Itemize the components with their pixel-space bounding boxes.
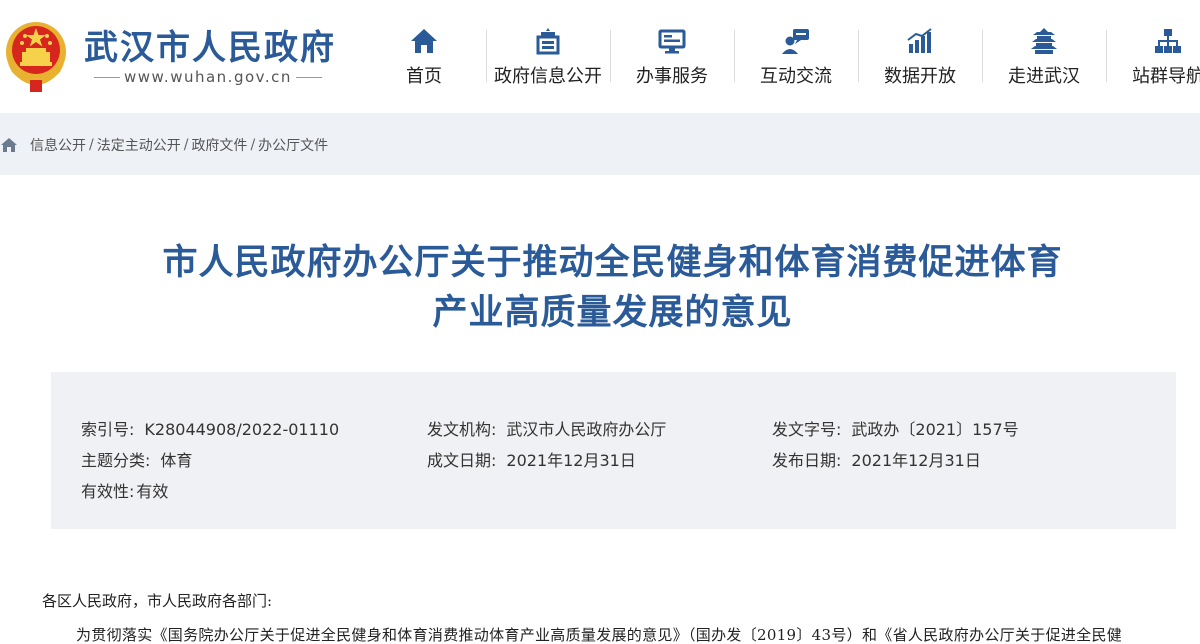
home-icon <box>411 29 437 53</box>
breadcrumb: 信息公开 / 法定主动公开 / 政府文件 / 办公厅文件 <box>0 135 328 155</box>
bar-chart-icon <box>907 28 932 53</box>
meta-doc-no: 发文字号: 武政办〔2021〕157号 <box>772 416 1019 440</box>
national-emblem-logo[interactable] <box>0 14 72 98</box>
breadcrumb-separator: / <box>89 137 94 153</box>
nav-label: 首页 <box>406 66 442 87</box>
meta-label: 发文字号: <box>772 420 842 439</box>
meta-label: 发布日期: <box>772 451 842 470</box>
meta-issuer: 发文机构: 武汉市人民政府办公厅 <box>427 416 666 440</box>
sitemap-icon <box>1155 29 1181 53</box>
document-salutation: 各区人民政府，市人民政府各部门: <box>42 592 273 610</box>
breadcrumb-link-office-docs[interactable]: 办公厅文件 <box>258 135 328 155</box>
article-title-line1: 市人民政府办公厅关于推动全民健身和体育消费促进体育 <box>162 243 1063 283</box>
site-title[interactable]: 武汉市人民政府 <box>84 20 336 69</box>
nav-item-site-nav[interactable]: 站群导航 <box>1106 0 1200 113</box>
breadcrumb-link-info-public[interactable]: 信息公开 <box>30 135 86 155</box>
nav-label: 走进武汉 <box>1008 66 1080 87</box>
article-title: 市人民政府办公厅关于推动全民健身和体育消费促进体育 产业高质量发展的意见 <box>0 238 1200 338</box>
site-url: www.wuhan.gov.cn <box>90 68 326 86</box>
meta-label: 索引号: <box>81 420 135 439</box>
document-meta-box: 索引号: K28044908/2022-01110 发文机构: 武汉市人民政府办公厅… <box>51 372 1176 529</box>
meta-value: K28044908/2022-01110 <box>144 420 340 439</box>
article-title-line2: 产业高质量发展的意见 <box>432 293 793 333</box>
nav-item-explore-wuhan[interactable]: 走进武汉 <box>982 0 1106 113</box>
nav-item-gov-info[interactable]: 政府信息公开 <box>486 0 610 113</box>
chat-user-icon <box>782 29 809 54</box>
meta-published-date: 发布日期: 2021年12月31日 <box>772 447 981 471</box>
meta-topic: 主题分类: 体育 <box>81 447 192 471</box>
site-header: 武汉市人民政府 www.wuhan.gov.cn 首页 政府信息公开 办事服务 … <box>0 0 1200 113</box>
meta-index-no: 索引号: K28044908/2022-01110 <box>81 416 339 440</box>
nav-item-open-data[interactable]: 数据开放 <box>858 0 982 113</box>
nav-item-services[interactable]: 办事服务 <box>610 0 734 113</box>
meta-value: 武政办〔2021〕157号 <box>851 420 1019 439</box>
document-paragraph: 为贯彻落实《国务院办公厅关于促进全民健身和体育消费推动体育产业高质量发展的意见》… <box>76 626 1123 644</box>
meta-label: 主题分类: <box>81 451 151 470</box>
meta-label: 成文日期: <box>427 451 497 470</box>
nav-item-home[interactable]: 首页 <box>362 0 486 113</box>
breadcrumb-link-statutory[interactable]: 法定主动公开 <box>97 135 181 155</box>
meta-value: 2021年12月31日 <box>506 451 636 470</box>
nav-label: 站群导航 <box>1132 66 1200 87</box>
nav-label: 办事服务 <box>636 66 708 87</box>
breadcrumb-separator: / <box>183 137 189 153</box>
meta-value: 武汉市人民政府办公厅 <box>506 420 667 439</box>
meta-validity: 有效性: 有效 <box>81 478 168 502</box>
monitor-icon <box>658 29 686 54</box>
main-nav: 首页 政府信息公开 办事服务 互动交流 数据开放 走进武汉 站群导航 <box>362 0 1200 113</box>
meta-label: 有效性: <box>81 482 135 501</box>
meta-value: 2021年12月31日 <box>851 451 981 470</box>
building-icon <box>536 28 560 55</box>
pavilion-icon <box>1031 28 1057 54</box>
breadcrumb-separator: / <box>250 137 256 153</box>
home-icon[interactable] <box>0 137 18 153</box>
meta-value: 有效 <box>136 482 169 501</box>
nav-label: 政府信息公开 <box>494 66 602 87</box>
nav-label: 数据开放 <box>884 66 956 87</box>
site-url-text: www.wuhan.gov.cn <box>124 68 292 86</box>
meta-created-date: 成文日期: 2021年12月31日 <box>427 447 636 471</box>
breadcrumb-bar: 信息公开 / 法定主动公开 / 政府文件 / 办公厅文件 <box>0 113 1200 175</box>
breadcrumb-link-gov-docs[interactable]: 政府文件 <box>191 135 247 155</box>
nav-label: 互动交流 <box>760 66 832 87</box>
meta-label: 发文机构: <box>427 420 497 439</box>
nav-item-interaction[interactable]: 互动交流 <box>734 0 858 113</box>
meta-value: 体育 <box>160 451 193 470</box>
